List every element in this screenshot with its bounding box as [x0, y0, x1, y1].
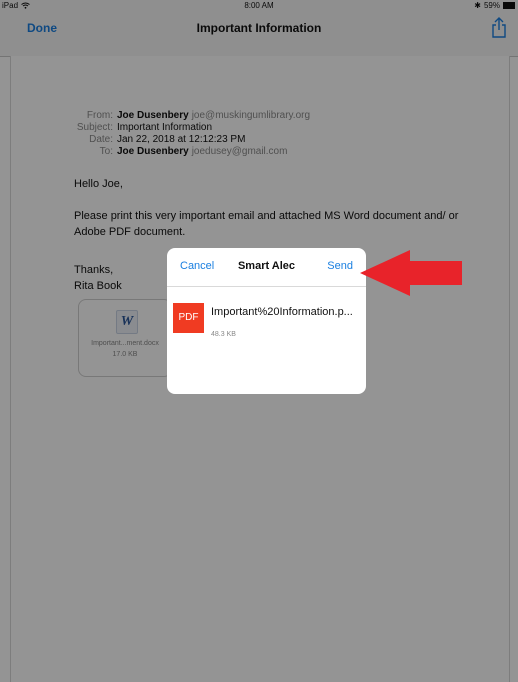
pdf-file-size: 48.3 KB	[211, 331, 236, 338]
send-button[interactable]: Send	[327, 260, 353, 272]
share-sheet: Cancel Smart Alec Send PDF Important%20I…	[167, 248, 366, 394]
pdf-file-icon: PDF	[173, 303, 204, 333]
red-arrow-icon	[360, 250, 462, 296]
pdf-file-name: Important%20Information.p...	[211, 306, 353, 318]
sheet-header: Cancel Smart Alec Send	[167, 248, 366, 287]
